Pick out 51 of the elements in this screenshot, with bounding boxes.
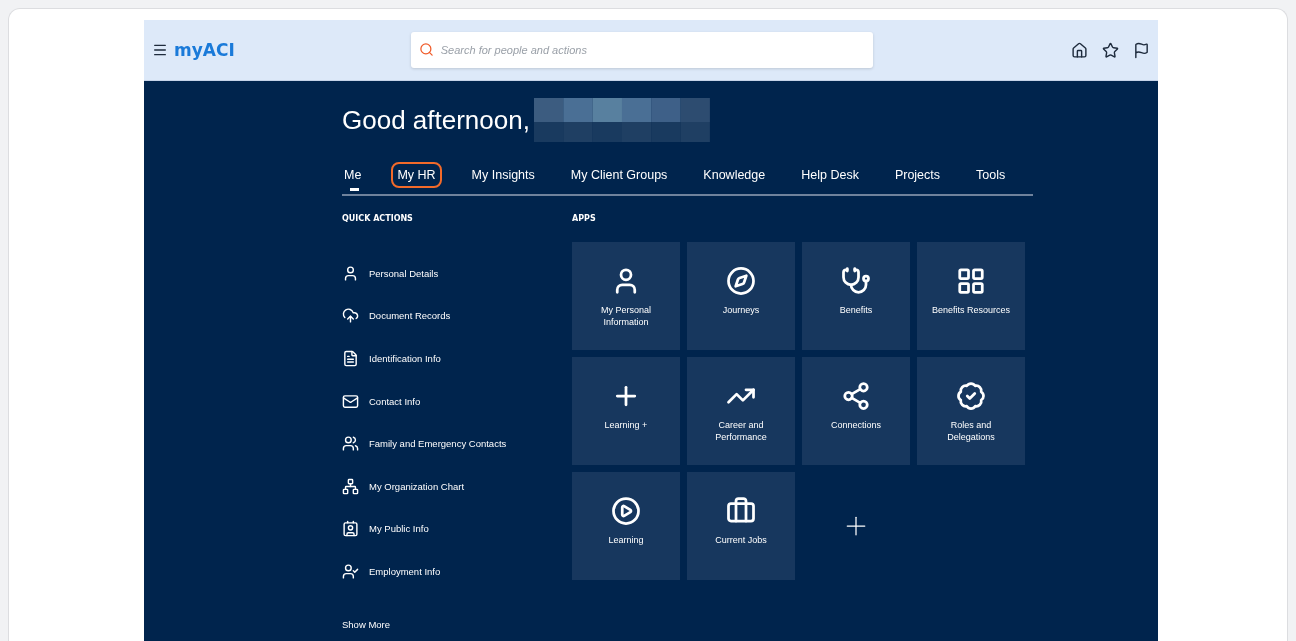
people-icon bbox=[342, 435, 359, 453]
app-tile[interactable]: Benefits Resources bbox=[917, 242, 1025, 350]
section-heading: APPS bbox=[572, 214, 597, 225]
document-icon bbox=[342, 350, 359, 367]
person-icon bbox=[342, 264, 359, 282]
tab[interactable]: My HR bbox=[391, 162, 442, 188]
quick-action-link[interactable]: Employment Info bbox=[369, 565, 441, 577]
app-tile[interactable]: Roles and Delegations bbox=[917, 357, 1025, 465]
badge-icon bbox=[956, 381, 986, 411]
network-icon bbox=[841, 381, 871, 411]
org-chart-icon bbox=[342, 477, 359, 495]
grid-icon bbox=[956, 266, 986, 296]
section-heading: QUICK ACTIONS bbox=[342, 214, 414, 225]
app-tile[interactable]: Learning + bbox=[572, 357, 680, 465]
star-icon[interactable] bbox=[1102, 41, 1119, 59]
app-tile[interactable]: Journeys bbox=[687, 242, 795, 350]
home-icon[interactable] bbox=[1071, 41, 1088, 59]
quick-action-link[interactable]: Personal Details bbox=[369, 267, 439, 279]
quick-action-link[interactable]: Family and Emergency Contacts bbox=[369, 438, 507, 450]
app-tile[interactable]: Benefits bbox=[802, 242, 910, 350]
tab[interactable]: Projects bbox=[888, 162, 947, 188]
greeting: Good afternoon, bbox=[342, 104, 530, 136]
quick-action-link[interactable]: My Organization Chart bbox=[369, 480, 465, 492]
tab[interactable]: Help Desk bbox=[795, 162, 865, 188]
badge-icon bbox=[342, 520, 359, 538]
app-tile[interactable]: Learning bbox=[572, 472, 680, 580]
app-tile[interactable]: My Personal Information bbox=[572, 242, 680, 350]
flag-icon[interactable] bbox=[1133, 41, 1150, 59]
quick-action-link[interactable]: My Public Info bbox=[369, 523, 429, 535]
person-check-icon bbox=[342, 562, 359, 580]
search-field[interactable]: Search for people and actions bbox=[410, 32, 873, 68]
search-icon bbox=[418, 42, 434, 57]
tab[interactable]: Tools bbox=[970, 162, 1012, 188]
logo[interactable]: myACI bbox=[174, 40, 235, 60]
mail-icon bbox=[342, 392, 359, 410]
tab[interactable]: My Insights bbox=[465, 162, 541, 188]
cloud-icon bbox=[342, 307, 359, 325]
app-tile[interactable]: Connections bbox=[802, 357, 910, 465]
show-more-link[interactable]: Show More bbox=[342, 618, 572, 630]
menu-icon[interactable] bbox=[152, 42, 168, 58]
quick-action-link[interactable]: Contact Info bbox=[369, 395, 421, 407]
app-tile[interactable]: Current Jobs bbox=[687, 472, 795, 580]
quick-action-link[interactable]: Identification Info bbox=[369, 353, 441, 364]
tab[interactable]: Me bbox=[342, 162, 368, 188]
play-icon bbox=[611, 496, 641, 526]
quick-action-link[interactable]: Document Records bbox=[369, 310, 451, 322]
app-tile[interactable]: Career and Performance bbox=[687, 357, 795, 465]
tab[interactable]: Knowledge bbox=[697, 162, 772, 188]
compass-icon bbox=[726, 266, 756, 296]
stethoscope-icon bbox=[841, 266, 871, 296]
tab[interactable]: My Client Groups bbox=[564, 162, 674, 188]
